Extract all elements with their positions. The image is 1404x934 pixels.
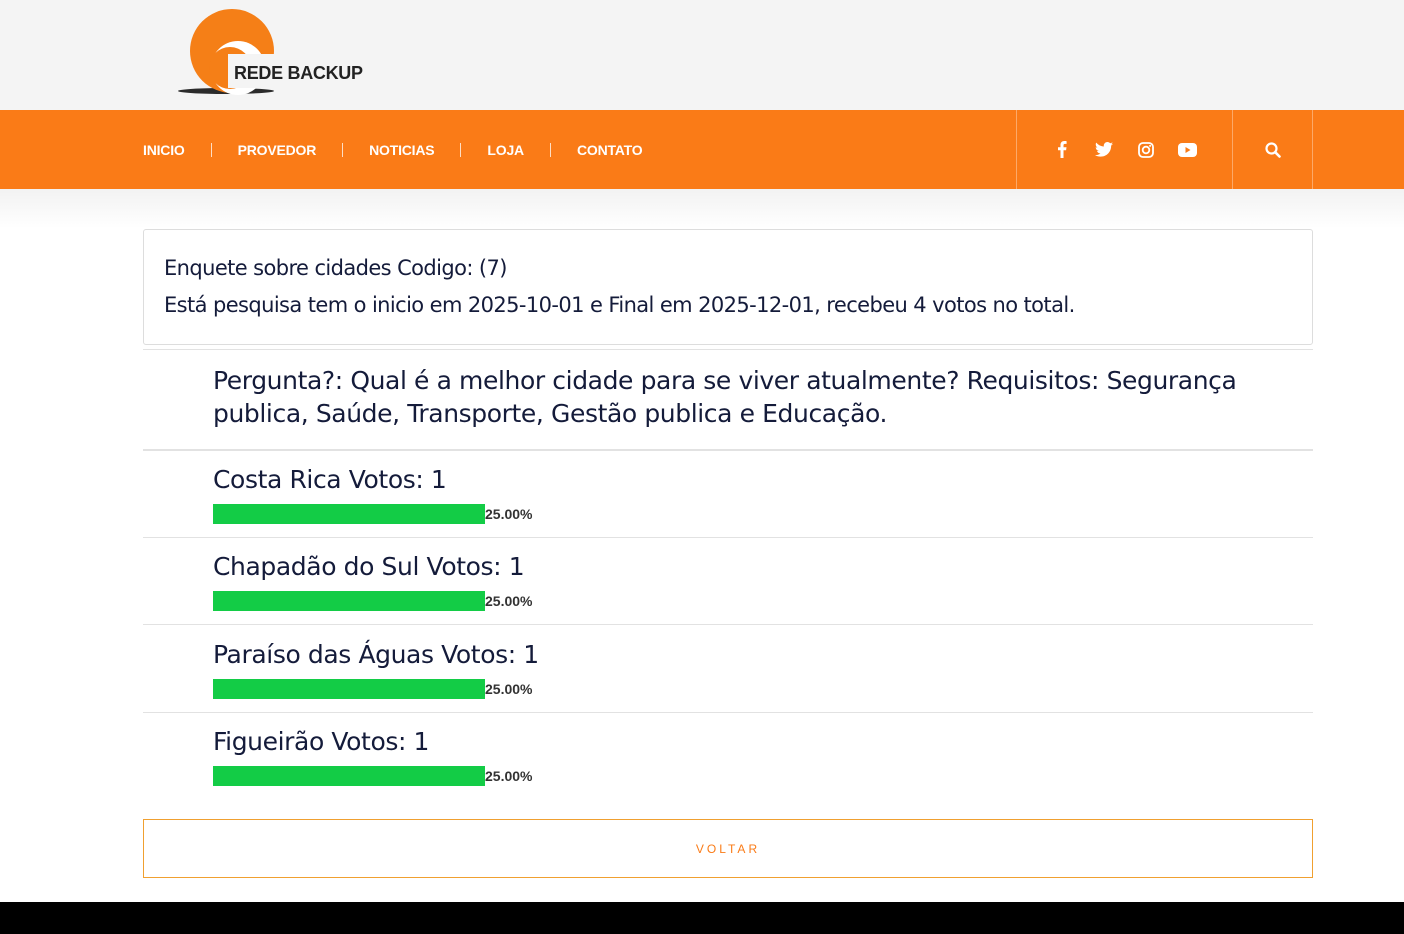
logo-ring-icon	[178, 9, 276, 95]
site-header: REDE BACKUP	[0, 0, 1404, 110]
search-button[interactable]	[1233, 110, 1313, 189]
social-links	[1016, 110, 1233, 189]
poll-title: Enquete sobre cidades Codigo: (7)	[164, 256, 507, 280]
option-percent: 25.00%	[485, 681, 533, 697]
option-label: Figueirão Votos: 1	[213, 727, 430, 756]
option-progress-bar	[213, 504, 485, 524]
twitter-icon[interactable]	[1094, 140, 1114, 160]
search-icon[interactable]	[1263, 140, 1283, 160]
poll-summary: Está pesquisa tem o inicio em 2025-10-01…	[164, 293, 1075, 317]
back-button[interactable]: VOLTAR	[143, 819, 1313, 878]
poll-question: Pergunta?: Qual é a melhor cidade para s…	[213, 366, 1237, 428]
option-percent: 25.00%	[485, 768, 533, 784]
option-result: 25.00%	[213, 591, 1243, 611]
option-progress-bar	[213, 591, 485, 611]
poll-info-box: Enquete sobre cidades Codigo: (7) Está p…	[143, 229, 1313, 345]
option-progress-bar	[213, 679, 485, 699]
nav-menu: INICIO PROVEDOR NOTICIAS LOJA CONTATO	[143, 110, 643, 189]
nav-separator	[210, 142, 212, 157]
poll-question-row: Pergunta?: Qual é a melhor cidade para s…	[143, 349, 1313, 451]
nav-item-contato[interactable]: CONTATO	[577, 142, 643, 158]
option-label: Costa Rica Votos: 1	[213, 465, 447, 494]
navbar-shadow	[0, 189, 1404, 229]
main-navbar: INICIO PROVEDOR NOTICIAS LOJA CONTATO	[0, 110, 1404, 189]
poll-option: Figueirão Votos: 1 25.00%	[143, 713, 1313, 800]
option-result: 25.00%	[213, 679, 1243, 699]
option-result: 25.00%	[213, 766, 1243, 786]
poll-option: Chapadão do Sul Votos: 1 25.00%	[143, 538, 1313, 625]
nav-item-noticias[interactable]: NOTICIAS	[369, 142, 434, 158]
nav-separator	[549, 142, 551, 157]
option-percent: 25.00%	[485, 593, 533, 609]
poll-option: Paraíso das Águas Votos: 1 25.00%	[143, 626, 1313, 713]
site-logo[interactable]: REDE BACKUP	[176, 8, 376, 98]
youtube-icon[interactable]	[1178, 140, 1198, 160]
option-label: Chapadão do Sul Votos: 1	[213, 552, 525, 581]
nav-separator	[460, 142, 462, 157]
instagram-icon[interactable]	[1136, 140, 1156, 160]
facebook-icon[interactable]	[1052, 140, 1072, 160]
poll-option: Costa Rica Votos: 1 25.00%	[143, 451, 1313, 538]
nav-separator	[342, 142, 344, 157]
option-percent: 25.00%	[485, 506, 533, 522]
nav-item-loja[interactable]: LOJA	[487, 142, 524, 158]
option-progress-bar	[213, 766, 485, 786]
site-footer	[0, 902, 1404, 934]
logo-text: REDE BACKUP	[234, 63, 363, 83]
back-button-label: VOLTAR	[695, 841, 761, 856]
option-label: Paraíso das Águas Votos: 1	[213, 640, 539, 669]
option-result: 25.00%	[213, 504, 1243, 524]
nav-item-provedor[interactable]: PROVEDOR	[238, 142, 317, 158]
nav-item-inicio[interactable]: INICIO	[143, 142, 185, 158]
